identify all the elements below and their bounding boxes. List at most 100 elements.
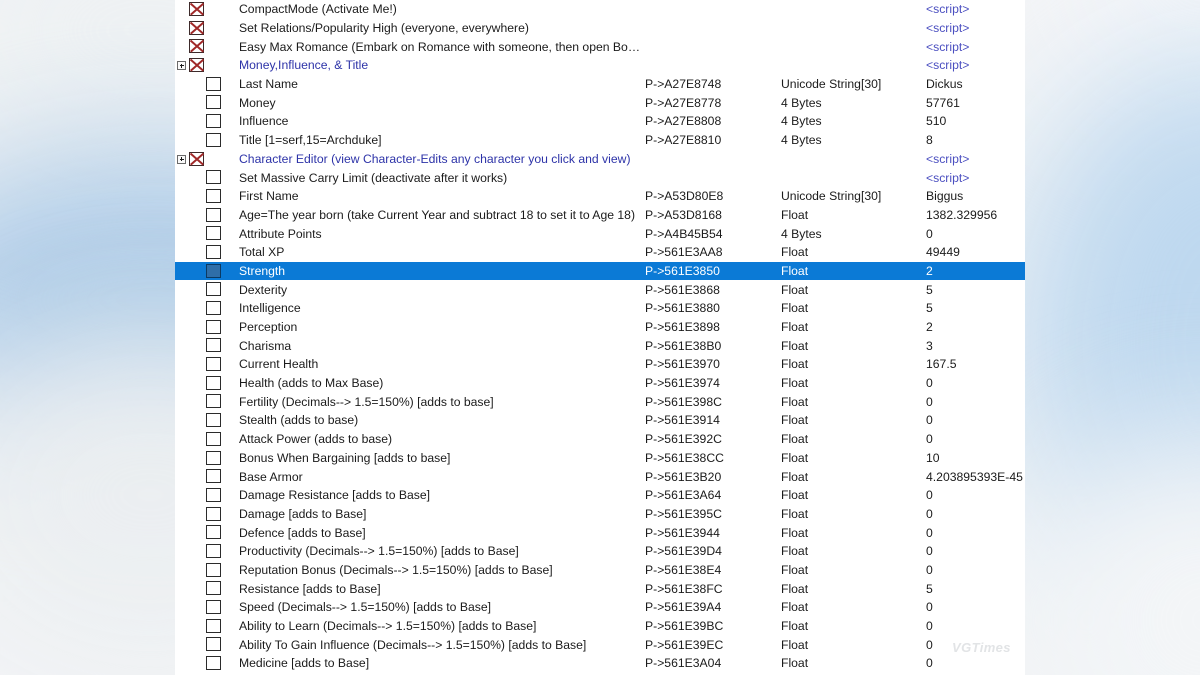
table-row[interactable]: Last Name P->A27E8748 Unicode String[30] Di… (175, 75, 1025, 94)
row-gutter (175, 449, 232, 468)
table-row[interactable]: Attribute Points P->A4B45B54 4 Bytes 0 (175, 224, 1025, 243)
row-description: Total XP (239, 245, 285, 260)
row-type: Float (781, 637, 809, 652)
row-type: Float (781, 581, 809, 596)
row-type: Float (781, 562, 809, 577)
table-row[interactable]: Money P->A27E8778 4 Bytes 57761 (175, 93, 1025, 112)
row-checkbox[interactable] (206, 207, 221, 222)
table-row[interactable]: Dexterity P->561E3868 Float 5 (175, 280, 1025, 299)
row-description: Defence [adds to Base] (239, 525, 366, 540)
row-address: P->561E3880 (645, 301, 720, 316)
row-checkbox[interactable] (206, 375, 221, 390)
row-address: P->A27E8808 (645, 114, 722, 129)
table-row[interactable]: Perception P->561E3898 Float 2 (175, 318, 1025, 337)
table-row[interactable]: Stealth (adds to base) P->561E3914 Float 0 (175, 411, 1025, 430)
table-row[interactable]: Title [1=serf,15=Archduke] P->A27E8810 4 B… (175, 131, 1025, 150)
row-address: P->561E398C (645, 394, 722, 409)
row-address: P->561E3914 (645, 413, 720, 428)
row-checkbox-checked[interactable] (189, 20, 204, 35)
row-address: P->561E38B0 (645, 338, 722, 353)
row-checkbox[interactable] (206, 450, 221, 465)
table-row[interactable]: Strength P->561E3850 Float 2 (175, 261, 1025, 281)
row-gutter (175, 355, 232, 374)
table-row[interactable]: Speed (Decimals--> 1.5=150%) [adds to Ba… (175, 598, 1025, 617)
table-row[interactable]: Damage [adds to Base] P->561E395C Float 0 (175, 505, 1025, 524)
row-checkbox[interactable] (206, 543, 221, 558)
row-checkbox[interactable] (206, 637, 221, 652)
table-row[interactable]: Money,Influence, & Title <script> (175, 56, 1025, 75)
row-checkbox[interactable] (206, 525, 221, 540)
table-row[interactable]: Ability to Learn (Decimals--> 1.5=150%) … (175, 617, 1025, 636)
cheat-table-list[interactable]: CompactMode (Activate Me!) <script> Set Re… (175, 0, 1025, 675)
row-checkbox[interactable] (206, 132, 221, 147)
table-row[interactable]: CompactMode (Activate Me!) <script> (175, 0, 1025, 19)
row-checkbox[interactable] (206, 506, 221, 521)
table-row[interactable]: Damage Resistance [adds to Base] P->561E3… (175, 486, 1025, 505)
row-description: Money,Influence, & Title (239, 58, 369, 73)
table-row[interactable]: Influence P->A27E8808 4 Bytes 510 (175, 112, 1025, 131)
row-checkbox[interactable] (206, 618, 221, 633)
row-address: P->561E392C (645, 432, 722, 447)
expand-plus-icon[interactable] (177, 154, 186, 164)
table-row[interactable]: Easy Max Romance (Embark on Romance with… (175, 37, 1025, 56)
row-gutter (175, 486, 232, 505)
row-description: Reputation Bonus (Decimals--> 1.5=150%) … (239, 562, 553, 577)
row-checkbox[interactable] (206, 244, 221, 259)
table-row[interactable]: Medicine [adds to Base] P->561E3A04 Float 0 (175, 654, 1025, 673)
row-checkbox-checked[interactable] (189, 58, 204, 73)
table-row[interactable]: Ability To Gain Influence (Decimals--> 1… (175, 635, 1025, 654)
table-row[interactable]: Current Health P->561E3970 Float 167.5 (175, 355, 1025, 374)
row-value: Dickus (926, 77, 963, 92)
table-row[interactable]: Fertility (Decimals--> 1.5=150%) [adds t… (175, 392, 1025, 411)
row-checkbox[interactable] (206, 413, 221, 428)
row-description: Attribute Points (239, 226, 322, 241)
row-checkbox[interactable] (206, 600, 221, 614)
table-row[interactable]: First Name P->A53D80E8 Unicode String[30] B… (175, 187, 1025, 206)
row-checkbox-checked[interactable] (189, 151, 204, 166)
row-checkbox[interactable] (206, 562, 221, 577)
row-type: Float (781, 469, 809, 484)
table-row[interactable]: Intelligence P->561E3880 Float 5 (175, 299, 1025, 318)
row-gutter (175, 374, 232, 393)
table-row[interactable]: Resistance [adds to Base] P->561E38FC Floa… (175, 579, 1025, 598)
table-row[interactable]: Set Relations/Popularity High (everyone,… (175, 19, 1025, 38)
row-checkbox[interactable] (206, 95, 221, 110)
table-row[interactable]: Reputation Bonus (Decimals--> 1.5=150%) … (175, 561, 1025, 580)
row-checkbox[interactable] (206, 338, 221, 353)
table-row[interactable]: Health (adds to Max Base) P->561E3974 Floa… (175, 374, 1025, 393)
row-value: <script> (926, 39, 970, 54)
table-row[interactable]: Set Massive Carry Limit (deactivate afte… (175, 168, 1025, 187)
row-checkbox[interactable] (206, 431, 221, 446)
row-checkbox-checked[interactable] (189, 39, 204, 54)
table-row[interactable]: Total XP P->561E3AA8 Float 49449 (175, 243, 1025, 262)
row-checkbox[interactable] (206, 469, 221, 484)
row-checkbox[interactable] (206, 170, 221, 185)
row-checkbox[interactable] (206, 188, 221, 203)
row-checkbox[interactable] (206, 581, 221, 596)
row-checkbox[interactable] (206, 319, 221, 334)
table-row[interactable]: Bonus When Bargaining [adds to base] P->5… (175, 449, 1025, 468)
table-row[interactable]: Charisma P->561E38B0 Float 3 (175, 336, 1025, 355)
table-row[interactable]: Defence [adds to Base] P->561E3944 Float 0 (175, 523, 1025, 542)
row-checkbox[interactable] (206, 226, 221, 241)
row-checkbox-checked[interactable] (189, 2, 204, 16)
row-checkbox[interactable] (206, 282, 221, 297)
row-checkbox[interactable] (206, 114, 221, 129)
row-value: 57761 (926, 95, 960, 110)
table-row[interactable]: Age=The year born (take Current Year and… (175, 206, 1025, 225)
row-type: Float (781, 656, 809, 671)
row-checkbox[interactable] (206, 656, 221, 671)
row-checkbox[interactable] (206, 357, 221, 372)
table-row[interactable]: Attack Power (adds to base) P->561E392C Fl… (175, 430, 1025, 449)
table-row[interactable]: Productivity (Decimals--> 1.5=150%) [add… (175, 542, 1025, 561)
row-checkbox[interactable] (206, 76, 221, 91)
expand-plus-icon[interactable] (177, 61, 186, 71)
row-checkbox[interactable] (206, 394, 221, 409)
row-checkbox[interactable] (206, 487, 221, 502)
table-row[interactable]: Base Armor P->561E3B20 Float 4.203895393E-4… (175, 467, 1025, 486)
row-address: P->561E3974 (645, 376, 720, 391)
row-gutter (175, 598, 232, 617)
row-checkbox[interactable] (206, 263, 221, 278)
row-checkbox[interactable] (206, 301, 221, 315)
table-row[interactable]: Character Editor (view Character-Edits a… (175, 150, 1025, 169)
